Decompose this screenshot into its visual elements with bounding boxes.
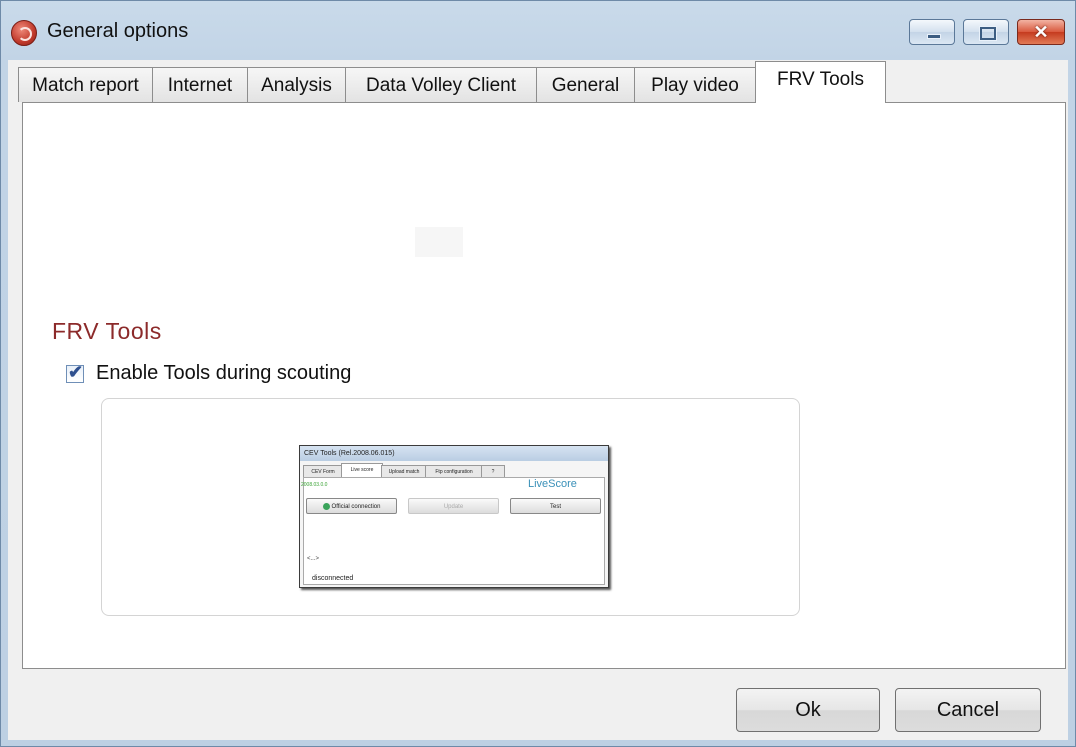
tab-internet[interactable]: Internet (152, 67, 248, 102)
maximize-button[interactable] (963, 19, 1009, 45)
preview-update-button: Update (408, 498, 499, 514)
placeholder-area (415, 227, 463, 257)
tab-frv-tools[interactable]: FRV Tools (755, 61, 886, 103)
preview-version: 2008.03.0.0 (301, 482, 328, 488)
preview-status: disconnected (312, 575, 354, 582)
minimize-icon (927, 34, 941, 39)
tab-data-volley-client[interactable]: Data Volley Client (345, 67, 537, 102)
close-button[interactable]: ✕ (1017, 19, 1065, 45)
enable-tools-label[interactable]: Enable Tools during scouting (96, 362, 351, 385)
preview-tab: Live score (341, 463, 383, 478)
minimize-button[interactable] (909, 19, 955, 45)
preview-ellipsis: <...> (307, 556, 320, 562)
tab-match-report[interactable]: Match report (18, 67, 153, 102)
connection-icon (322, 502, 330, 510)
preview-test-button: Test (510, 498, 601, 514)
preview-livescore: LiveScore (528, 478, 577, 490)
maximize-icon (980, 27, 996, 40)
cancel-button[interactable]: Cancel (895, 688, 1041, 732)
ok-button[interactable]: Ok (736, 688, 880, 732)
preview-title: CEV Tools (Rel.2008.06.015) (300, 446, 608, 461)
checkmark-icon: ✔ (68, 362, 84, 382)
title-bar[interactable]: General options ✕ (1, 1, 1075, 61)
tools-preview-image: CEV Tools (Rel.2008.06.015) CEV Form Liv… (299, 445, 609, 588)
preview-official-button: Official connection (306, 498, 397, 514)
close-icon: ✕ (1033, 22, 1049, 42)
app-logo-icon (11, 20, 37, 46)
preview-official-label: Official connection (331, 504, 381, 510)
window-title: General options (47, 20, 189, 42)
preview-panel (303, 477, 605, 585)
tab-general[interactable]: General (536, 67, 635, 102)
tab-analysis[interactable]: Analysis (247, 67, 346, 102)
enable-tools-checkbox[interactable]: ✔ (66, 362, 84, 383)
tab-play-video[interactable]: Play video (634, 67, 756, 102)
section-title: FRV Tools (52, 318, 162, 344)
